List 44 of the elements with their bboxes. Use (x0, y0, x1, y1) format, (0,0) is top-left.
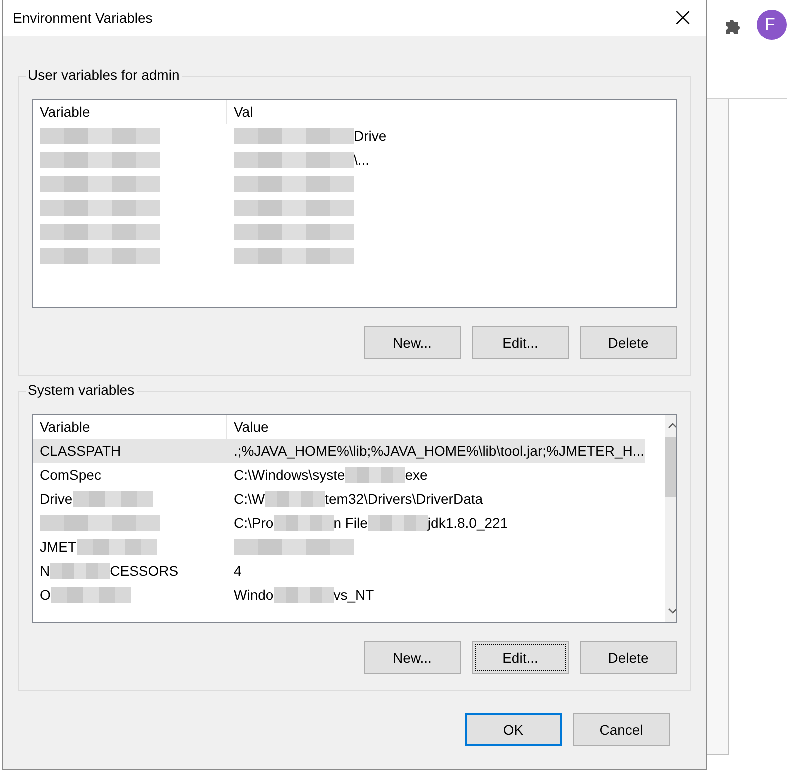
window-title: Environment Variables (13, 10, 153, 26)
table-cell: 4 (234, 563, 242, 579)
table-cell: CLASSPATH (40, 443, 122, 459)
dialog-button[interactable]: OK (465, 713, 562, 746)
table-cell: jdk1.8.0_221 (428, 515, 508, 531)
redacted-text (368, 515, 428, 531)
table-cell: n File (334, 515, 368, 531)
table-cell: Drive (40, 491, 73, 507)
table-cell: ComSpec (40, 467, 102, 483)
table-cell: tem32\Drivers\DriverData (325, 491, 484, 507)
table-cell: Drive (354, 128, 387, 144)
close-button[interactable]: × (660, 0, 706, 36)
column-header[interactable]: Value (227, 415, 665, 439)
table-cell: Windo (234, 587, 274, 603)
table-cell: C:\Windows\syste (234, 467, 346, 483)
table-cell: JMET (40, 539, 77, 555)
table-cell: vs_NT (334, 587, 374, 603)
group-title: System variables (26, 382, 137, 398)
dialog-button[interactable]: New... (364, 641, 461, 674)
table-cell: O (40, 587, 51, 603)
column-header[interactable]: Val (227, 100, 676, 124)
group-title: User variables for admin (26, 67, 182, 83)
redacted-text (345, 467, 406, 483)
scroll-down-icon[interactable] (668, 608, 676, 614)
redacted-text (274, 515, 334, 531)
redacted-text (274, 587, 334, 603)
table-cell: \... (354, 152, 370, 168)
table-cell: .;%JAVA_HOME%\lib;%JAVA_HOME%\lib\tool.jar;%JMETER_H... (234, 443, 645, 459)
table-cell: exe (405, 467, 428, 483)
dialog-button[interactable]: Delete (580, 641, 677, 674)
dialog-button[interactable]: Delete (580, 326, 677, 359)
redacted-text (50, 563, 110, 579)
dialog-button[interactable]: Edit... (472, 326, 569, 359)
table-row[interactable]: CLASSPATH .;%JAVA_HOME%\lib;%JAVA_HOME%\lib\tool.jar;%JMETER_H... (33, 439, 645, 463)
table-cell: N (40, 563, 50, 579)
table-cell: CESSORS (110, 563, 179, 579)
dialog-button[interactable]: Cancel (573, 713, 670, 746)
redacted-text (265, 491, 326, 507)
table-cell: C:\Pro (234, 515, 274, 531)
scroll-up-icon[interactable] (668, 423, 676, 429)
avatar[interactable]: F (757, 10, 787, 40)
table-cell: C:\W (234, 491, 266, 507)
dialog-button[interactable]: Edit... (472, 641, 569, 674)
dialog-button[interactable]: New... (364, 326, 461, 359)
